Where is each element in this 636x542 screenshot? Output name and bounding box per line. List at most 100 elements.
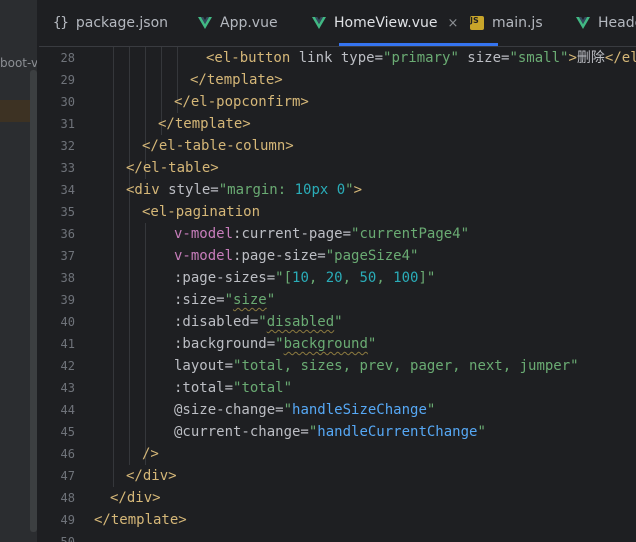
code-token: " — [283, 402, 293, 418]
tab-package-json[interactable]: {} package.json — [53, 0, 168, 46]
code-line[interactable]: </div> — [126, 465, 177, 487]
tab-label: main.js — [492, 15, 543, 31]
tab-header[interactable]: Heade — [576, 0, 636, 46]
code-token: <el-button — [206, 50, 299, 66]
code-token: link type= — [298, 50, 384, 66]
line-number: 45 — [60, 425, 75, 439]
js-file-icon: JS — [470, 16, 484, 30]
code-line[interactable]: <div style="margin: 10px 0"> — [126, 179, 362, 201]
line-number: 44 — [60, 403, 75, 417]
tab-app-vue[interactable]: App.vue — [198, 0, 278, 46]
code-token: <el-pagination — [142, 204, 261, 220]
code-token: 100 — [393, 270, 419, 286]
code-token: size — [233, 292, 267, 308]
code-line[interactable]: layout="total, sizes, prev, pager, next,… — [174, 355, 579, 377]
close-icon[interactable]: × — [448, 16, 459, 31]
code-token: /> — [142, 446, 159, 462]
code-line[interactable]: :size="size" — [174, 289, 275, 311]
code-token: "total" — [233, 380, 293, 396]
line-number: 33 — [60, 161, 75, 175]
code-token: 10 — [292, 270, 309, 286]
line-number-gutter: 28 29 30 31 32 33 34 35 36 37 38 39 40 41 42 43 44 45 46 47… — [39, 47, 93, 542]
code-token: <div — [126, 182, 169, 198]
line-number: 42 — [60, 359, 75, 373]
code-line[interactable]: </template> — [190, 69, 283, 91]
vue-logo-icon — [312, 17, 326, 29]
code-token: </div> — [126, 468, 177, 484]
code-token: </div> — [110, 490, 161, 506]
code-token: v-model — [174, 248, 234, 264]
code-line[interactable]: </template> — [158, 113, 251, 135]
code-token: :page-sizes= — [174, 270, 276, 286]
code-token: </el- — [604, 50, 636, 66]
line-number: 29 — [60, 73, 75, 87]
code-token: </el-popconfirm> — [174, 94, 309, 110]
code-token: :size= — [174, 292, 225, 308]
project-panel-strip[interactable]: boot-v — [0, 0, 38, 542]
line-number: 37 — [60, 249, 75, 263]
vue-logo-icon — [576, 17, 590, 29]
indent-guide — [145, 223, 146, 465]
code-line[interactable]: @size-change="handleSizeChange" — [174, 399, 435, 421]
code-line[interactable]: v-model:current-page="currentPage4" — [174, 223, 469, 245]
code-line[interactable]: </template> — [94, 509, 187, 531]
code-line[interactable]: :page-sizes="[10, 20, 50, 100]" — [174, 267, 435, 289]
code-token: " — [275, 336, 284, 352]
indent-guide — [113, 47, 114, 487]
code-token: , — [308, 270, 326, 286]
tab-main-js[interactable]: JS main.js — [470, 0, 543, 46]
code-line[interactable]: v-model:page-size="pageSize4" — [174, 245, 418, 267]
line-number: 32 — [60, 139, 75, 153]
line-number: 39 — [60, 293, 75, 307]
code-line[interactable]: </div> — [110, 487, 161, 509]
code-line[interactable]: <el-button link type="primary" size="sma… — [206, 47, 636, 69]
code-line[interactable]: /> — [142, 443, 159, 465]
line-number: 49 — [60, 513, 75, 527]
editor-tab-bar: {} package.json App.vue HomeView.vue × J… — [39, 0, 636, 47]
tab-label: App.vue — [220, 15, 278, 31]
code-line[interactable]: <el-pagination — [142, 201, 260, 223]
code-token: style= — [168, 182, 219, 198]
json-braces-icon: {} — [53, 15, 69, 31]
code-token: @current-change= — [174, 424, 309, 440]
code-token: size= — [458, 50, 510, 66]
line-number: 43 — [60, 381, 75, 395]
code-token: :current-page= — [233, 226, 352, 242]
code-line[interactable]: @current-change="handleCurrentChange" — [174, 421, 486, 443]
tab-label: HomeView.vue — [334, 15, 438, 31]
code-line[interactable]: :total="total" — [174, 377, 292, 399]
line-number: 38 — [60, 271, 75, 285]
code-line[interactable]: :background="background" — [174, 333, 376, 355]
code-line[interactable]: </el-table-column> — [142, 135, 294, 157]
line-number: 30 — [60, 95, 75, 109]
code-token: </template> — [158, 116, 251, 132]
code-token: </el-table> — [126, 160, 219, 176]
code-token: background — [283, 336, 368, 352]
code-token: v-model — [174, 226, 234, 242]
code-token: "pageSize4" — [325, 248, 419, 264]
code-token: </el-table-column> — [142, 138, 294, 154]
code-token: :page-size= — [233, 248, 326, 264]
code-line[interactable]: </el-popconfirm> — [174, 91, 309, 113]
code-token: </template> — [94, 512, 187, 528]
code-token: " — [224, 292, 234, 308]
code-token: handleCurrentChange — [317, 424, 478, 440]
code-token: , — [342, 270, 360, 286]
code-token: " — [426, 402, 436, 418]
tab-homeview-vue[interactable]: HomeView.vue × — [312, 0, 458, 46]
line-number: 48 — [60, 491, 75, 505]
line-number: 28 — [60, 51, 75, 65]
line-number: 41 — [60, 337, 75, 351]
code-token: :total= — [174, 380, 234, 396]
code-editor[interactable]: <el-button link type="primary" size="sma… — [93, 47, 636, 542]
code-token: > — [353, 182, 363, 198]
line-number: 40 — [60, 315, 75, 329]
project-name-label: boot-v — [0, 56, 38, 70]
code-token: 删除 — [576, 50, 605, 66]
code-token: 50 — [359, 270, 377, 286]
code-line[interactable]: </el-table> — [126, 157, 219, 179]
code-line[interactable]: :disabled="disabled" — [174, 311, 343, 333]
code-token: :disabled= — [174, 314, 259, 330]
line-number: 47 — [60, 469, 75, 483]
project-panel-scrollbar[interactable] — [30, 70, 37, 532]
